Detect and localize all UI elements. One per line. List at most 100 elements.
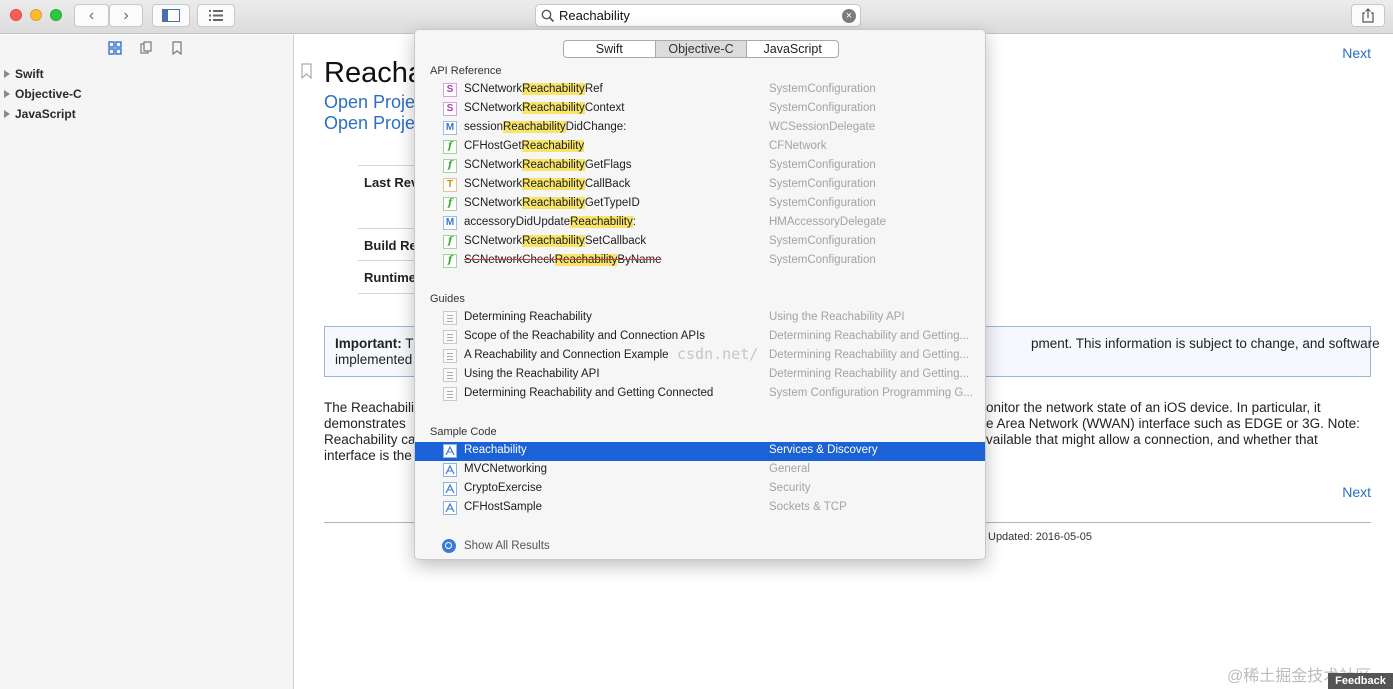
name-suffix: Context <box>584 102 625 114</box>
function-symbol-icon: f <box>443 140 457 154</box>
typedef-symbol-icon: T <box>443 178 457 192</box>
result-context: General <box>769 463 810 475</box>
result-context: Determining Reachability and Getting... <box>769 330 970 342</box>
section-header-guides: Guides <box>430 293 465 305</box>
clear-search-icon[interactable]: × <box>842 9 856 23</box>
intro-paragraph: onitor the network state of an iOS devic… <box>986 400 1360 447</box>
back-button[interactable]: ‹ <box>74 4 109 27</box>
result-name: SCNetworkReachabilityGetTypeID <box>464 197 640 209</box>
sample-code-row[interactable]: Reachability Services & Discovery <box>415 442 985 461</box>
api-result-row[interactable]: f SCNetworkReachabilityGetTypeID SystemCon… <box>415 195 985 214</box>
api-result-row[interactable]: MsessionReachabilityDidChange: WCSessionD… <box>415 119 985 138</box>
browse-grid-icon[interactable] <box>108 41 122 55</box>
search-input[interactable]: Reachability × <box>535 4 861 27</box>
tab-swift[interactable]: Swift <box>564 41 656 57</box>
api-result-row[interactable]: S SCNetworkReachabilityContext SystemConfi… <box>415 100 985 119</box>
next-link[interactable]: Next <box>1342 484 1371 500</box>
forward-button[interactable]: › <box>109 4 143 27</box>
search-results-icon <box>442 539 456 553</box>
result-name: Using the Reachability API <box>464 368 600 380</box>
bookmarks-icon[interactable] <box>170 41 184 55</box>
bookmark-icon[interactable] <box>301 63 312 79</box>
table-of-contents-button[interactable] <box>197 4 235 27</box>
watermark: csdn.net/ <box>677 345 759 363</box>
result-name: Determining Reachability and Getting Con… <box>464 387 714 399</box>
name-suffix: Ref <box>584 83 603 95</box>
result-name: SCNetworkReachabilityCallBack <box>464 178 630 190</box>
name-prefix: session <box>464 121 503 133</box>
sidebar: Swift Objective-C JavaScript <box>0 35 294 689</box>
name-match-highlight: Reachability <box>503 121 566 133</box>
result-context: SystemConfiguration <box>769 235 876 247</box>
search-query-text: Reachability <box>559 8 630 23</box>
result-context: Determining Reachability and Getting... <box>769 349 970 361</box>
result-name: CFHostGetReachability <box>464 140 585 152</box>
sidebar-item-swift[interactable]: Swift <box>4 67 44 81</box>
name-prefix: SCNetwork <box>464 178 523 190</box>
disclosure-triangle-icon[interactable] <box>4 90 10 98</box>
function-symbol-icon: f <box>443 235 457 249</box>
name-match-highlight: Reachability <box>522 235 585 247</box>
result-name: accessoryDidUpdateReachability: <box>464 216 636 228</box>
sidebar-item-javascript[interactable]: JavaScript <box>4 107 76 121</box>
name-suffix: CallBack <box>584 178 631 190</box>
toggle-sidebar-button[interactable] <box>152 4 190 27</box>
api-result-row[interactable]: MaccessoryDidUpdateReachability: HMAccess… <box>415 214 985 233</box>
struct-symbol-icon: S <box>443 83 457 97</box>
share-button[interactable] <box>1351 4 1385 27</box>
name-match-highlight: Reachability <box>521 140 585 152</box>
name-suffix: : <box>632 216 636 228</box>
api-result-row[interactable]: f SCNetworkReachabilityGetFlags SystemConf… <box>415 157 985 176</box>
sidebar-item-label: JavaScript <box>15 107 76 121</box>
result-name: SCNetworkReachabilityContext <box>464 102 624 114</box>
guide-result-row[interactable]: Determining Reachability and Getting Con… <box>415 385 985 404</box>
open-project-link[interactable]: Open Proje <box>324 113 415 134</box>
api-result-row[interactable]: S SCNetworkReachabilityRef SystemConfigura… <box>415 81 985 100</box>
show-all-results-button[interactable]: Show All Results <box>442 539 550 553</box>
disclosure-triangle-icon[interactable] <box>4 70 10 78</box>
name-prefix: SCNetwork <box>464 197 523 209</box>
language-segmented-control[interactable]: Swift Objective-C JavaScript <box>563 40 839 58</box>
guide-result-row[interactable]: Using the Reachability API Determining Re… <box>415 366 985 385</box>
document-icon <box>443 368 457 382</box>
result-context: SystemConfiguration <box>769 178 876 190</box>
next-link[interactable]: Next <box>1342 45 1371 61</box>
api-result-row[interactable]: T SCNetworkReachabilityCallBack SystemConf… <box>415 176 985 195</box>
divider <box>358 165 418 166</box>
name-prefix: SCNetwork <box>464 235 523 247</box>
result-name: SCNetworkCheckReachabilityByName <box>464 254 662 266</box>
sample-code-row[interactable]: CryptoExercise Security <box>415 480 985 499</box>
result-context: Sockets & TCP <box>769 501 847 513</box>
updated-date: Updated: 2016-05-05 <box>988 531 1092 543</box>
close-window-button[interactable] <box>10 9 22 21</box>
name-match-highlight: Reachability <box>522 197 585 209</box>
name-prefix: SCNetwork <box>464 83 523 95</box>
sidebar-item-objective-c[interactable]: Objective-C <box>4 87 82 101</box>
sample-code-icon <box>443 463 457 477</box>
guide-result-row[interactable]: Determining Reachability Using the Reacha… <box>415 309 985 328</box>
api-result-row[interactable]: f SCNetworkCheckReachabilityByName SystemC… <box>415 252 985 271</box>
open-project-link[interactable]: Open Proje <box>324 92 415 113</box>
sidebar-item-label: Swift <box>15 67 44 81</box>
feedback-button[interactable]: Feedback <box>1328 673 1393 689</box>
sample-code-row[interactable]: MVCNetworking General <box>415 461 985 480</box>
result-name: Scope of the Reachability and Connection… <box>464 330 706 342</box>
important-note-text: Important: T implemented <box>335 336 414 367</box>
result-context: SystemConfiguration <box>769 159 876 171</box>
tab-objective-c[interactable]: Objective-C <box>655 41 748 57</box>
minimize-window-button[interactable] <box>30 9 42 21</box>
search-results-popover: Swift Objective-C JavaScript API Referen… <box>414 29 986 560</box>
search-icon <box>541 9 555 23</box>
result-name: CFHostSample <box>464 501 542 513</box>
api-result-row[interactable]: f CFHostGetReachability CFNetwork <box>415 138 985 157</box>
result-context: WCSessionDelegate <box>769 121 876 133</box>
maximize-window-button[interactable] <box>50 9 62 21</box>
sample-code-row[interactable]: CFHostSample Sockets & TCP <box>415 499 985 518</box>
api-result-row[interactable]: f SCNetworkReachabilitySetCallback SystemC… <box>415 233 985 252</box>
name-prefix: CFHostGet <box>464 140 522 152</box>
disclosure-triangle-icon[interactable] <box>4 110 10 118</box>
share-icon <box>1362 8 1374 23</box>
history-pages-icon[interactable] <box>139 41 153 55</box>
tab-javascript[interactable]: JavaScript <box>747 41 838 57</box>
result-context: SystemConfiguration <box>769 254 876 266</box>
